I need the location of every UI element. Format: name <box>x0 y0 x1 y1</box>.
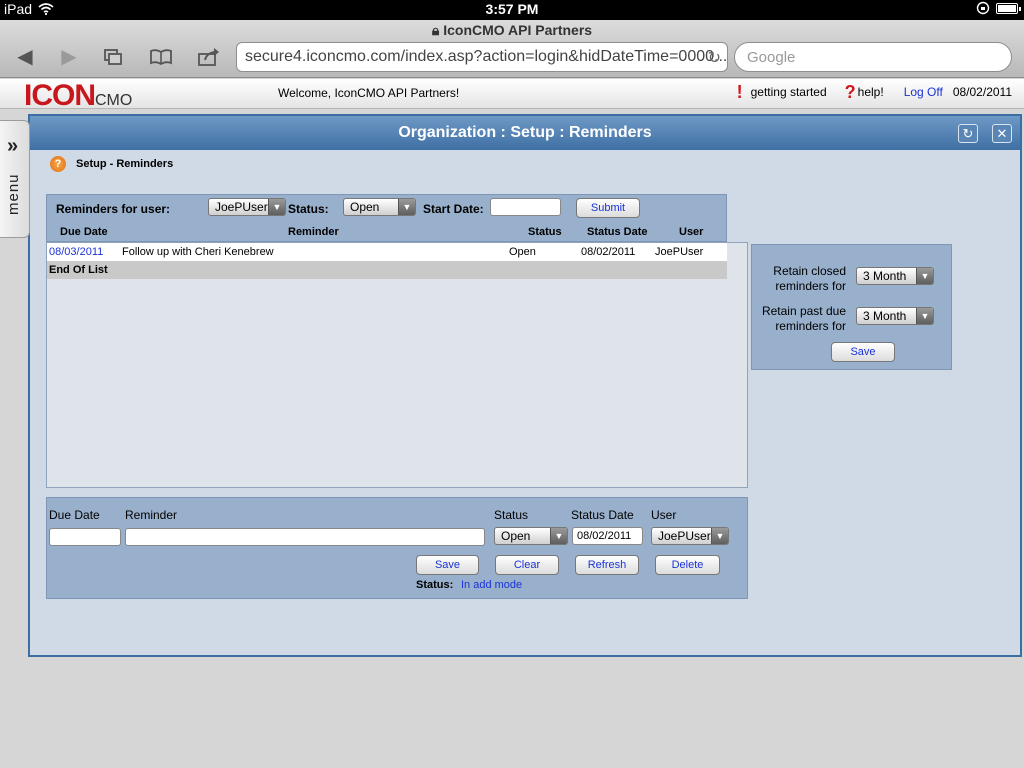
retain-closed-label-2: reminders for <box>775 279 846 293</box>
bookmarks-icon[interactable] <box>146 44 176 70</box>
edit-reminder-label: Reminder <box>125 508 178 522</box>
orientation-lock-icon <box>976 1 990 15</box>
window-title: Organization : Setup : Reminders <box>30 116 1020 150</box>
retain-pastdue-label-2: reminders for <box>775 319 846 333</box>
edit-status-label: Status <box>494 508 529 522</box>
browser-page-title: 🔒︎ IconCMO API Partners <box>431 22 593 38</box>
col-status: Status <box>528 226 562 238</box>
retain-closed-select[interactable]: 3 Month ▼ <box>856 267 934 285</box>
start-date-label: Start Date: <box>423 202 484 216</box>
col-user: User <box>679 226 704 238</box>
close-icon[interactable]: ✕ <box>992 124 1012 143</box>
reminders-list: 08/03/2011 Follow up with Cheri Kenebrew… <box>46 242 748 488</box>
question-mark-icon: ? <box>844 82 856 102</box>
reminders-for-user-label: Reminders for user: <box>56 202 171 216</box>
status-select[interactable]: Open ▼ <box>343 198 416 216</box>
search-input[interactable]: Google <box>734 42 1012 72</box>
filter-panel: Reminders for user: JoePUser ▼ Status: Op… <box>46 194 727 242</box>
edit-user-label: User <box>651 508 677 522</box>
exclamation-icon: ! <box>736 82 743 102</box>
welcome-text: Welcome, IconCMO API Partners! <box>278 86 460 100</box>
ios-status-bar: iPad 3:57 PM <box>0 0 1024 20</box>
due-date-link[interactable]: 08/03/2011 <box>49 246 103 258</box>
status-text: Open <box>509 246 536 258</box>
top-links: ! getting started ? help! Log Off 08/02/… <box>736 82 1012 102</box>
address-bar[interactable]: secure4.iconcmo.com/index.asp?action=log… <box>236 42 728 72</box>
iconcmo-logo[interactable]: ICONCMO <box>24 79 132 113</box>
refresh-window-icon[interactable]: ↻ <box>958 124 978 143</box>
edit-status-select[interactable]: Open ▼ <box>494 527 568 545</box>
battery-icon <box>996 2 1021 14</box>
reminders-window: Organization : Setup : Reminders ↻ ✕ ? S… <box>28 114 1022 657</box>
edit-due-date-label: Due Date <box>49 508 100 522</box>
col-due-date: Due Date <box>60 226 108 238</box>
start-date-input[interactable] <box>490 198 561 216</box>
chevron-down-icon: ▼ <box>916 308 933 324</box>
logoff-link[interactable]: Log Off <box>904 85 943 99</box>
app-header: ICONCMO Welcome, IconCMO API Partners! !… <box>0 79 1024 112</box>
header-date: 08/02/2011 <box>952 85 1012 99</box>
user-select[interactable]: JoePUser ▼ <box>208 198 286 216</box>
mode-label: Status: <box>416 579 454 591</box>
share-icon[interactable] <box>194 44 224 70</box>
clear-button[interactable]: Clear <box>495 555 559 575</box>
retain-panel: Retain closed reminders for 3 Month ▼ Ret… <box>751 244 952 370</box>
status-label: Status: <box>288 202 329 216</box>
chevron-down-icon: ▼ <box>398 199 415 215</box>
chevron-down-icon: ▼ <box>268 199 285 215</box>
status-date-input[interactable]: 08/02/2011 <box>572 527 643 545</box>
refresh-button[interactable]: Refresh <box>575 555 639 575</box>
chevron-down-icon: ▼ <box>916 268 933 284</box>
retain-pastdue-select[interactable]: 3 Month ▼ <box>856 307 934 325</box>
chevron-down-icon: ▼ <box>550 528 567 544</box>
edit-status-date-label: Status Date <box>571 508 634 522</box>
retain-save-button[interactable]: Save <box>831 342 895 362</box>
forward-arrow-icon[interactable]: ▶ <box>54 44 84 70</box>
table-row[interactable]: 08/03/2011 Follow up with Cheri Kenebrew… <box>47 243 727 261</box>
menu-label: menu <box>5 173 22 215</box>
lock-icon: 🔒︎ <box>431 22 440 38</box>
user-text: JoePUser <box>655 246 704 258</box>
delete-button[interactable]: Delete <box>655 555 720 575</box>
chevron-down-icon: ▼ <box>711 528 728 544</box>
status-date-text: 08/02/2011 <box>581 246 636 258</box>
breadcrumb: Setup - Reminders <box>76 158 174 170</box>
reminder-input[interactable] <box>125 528 485 546</box>
edit-panel: Due Date Reminder Status Status Date Use… <box>46 497 748 599</box>
col-reminder: Reminder <box>288 226 339 238</box>
help-circle-icon[interactable]: ? <box>50 156 66 172</box>
col-status-date: Status Date <box>587 226 648 238</box>
due-date-input[interactable] <box>49 528 121 546</box>
tabs-icon[interactable] <box>98 44 128 70</box>
retain-pastdue-label-1: Retain past due <box>761 304 846 318</box>
reminder-text: Follow up with Cheri Kenebrew <box>122 246 274 258</box>
edit-user-select[interactable]: JoePUser ▼ <box>651 527 729 545</box>
help-link[interactable]: help! <box>858 85 884 99</box>
submit-button[interactable]: Submit <box>576 198 640 218</box>
mode-value: In add mode <box>461 579 523 591</box>
save-button[interactable]: Save <box>416 555 479 575</box>
end-of-list-row: End Of List <box>47 261 727 279</box>
reload-icon[interactable]: ↻ <box>708 48 721 68</box>
retain-closed-label-1: Retain closed <box>773 264 846 278</box>
browser-toolbar: 🔒︎ IconCMO API Partners ◀ ▶ secure4.icon… <box>0 20 1024 78</box>
back-arrow-icon[interactable]: ◀ <box>10 44 40 70</box>
side-menu-tab[interactable]: » menu <box>0 120 30 238</box>
clock: 3:57 PM <box>485 1 539 17</box>
getting-started-link[interactable]: getting started <box>751 85 827 99</box>
